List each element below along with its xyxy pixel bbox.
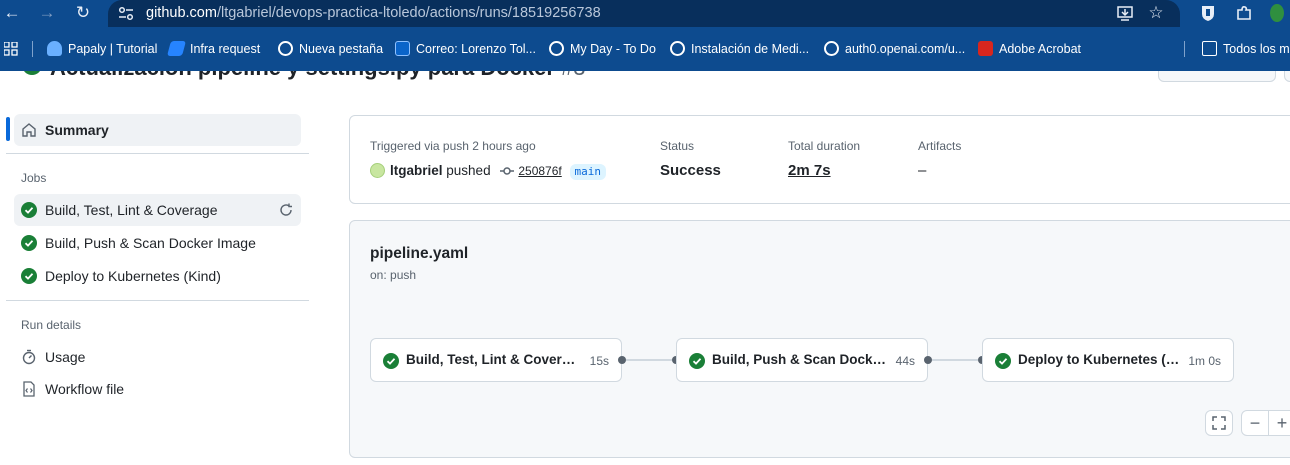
bookmark-infra-request[interactable]: Infra request [166, 40, 260, 58]
sidebar-item-workflow-file[interactable]: Workflow file [14, 373, 301, 405]
run-summary-card: Triggered via push 2 hours ago ltgabriel… [349, 115, 1290, 204]
bookmarks-separator [1184, 41, 1185, 57]
shield-extension-icon[interactable] [1199, 4, 1217, 22]
duration-value[interactable]: 2m 7s [788, 162, 831, 179]
address-bar[interactable]: github.com/ltgabriel/devops-practica-lto… [108, 0, 1180, 27]
url-text[interactable]: github.com/ltgabriel/devops-practica-lto… [146, 5, 601, 21]
sidebar-item-usage[interactable]: Usage [14, 341, 301, 373]
workflow-graph-card: pipeline.yaml on: push Build, Test, Lint… [349, 220, 1290, 458]
acrobat-icon [978, 41, 993, 56]
bookmark-my-day[interactable]: My Day - To Do [549, 40, 656, 58]
outlook-icon [395, 41, 410, 56]
run-details-heading: Run details [21, 318, 82, 332]
forward-arrow-icon[interactable]: → [37, 3, 57, 23]
site-settings-icon[interactable] [118, 6, 134, 21]
success-check-icon [995, 353, 1011, 369]
install-app-icon[interactable] [1116, 4, 1134, 22]
job-duration: 15s [589, 354, 609, 368]
rerun-jobs-button[interactable] [1158, 71, 1276, 82]
zoom-in-button[interactable]: + [1268, 410, 1290, 436]
fullscreen-button[interactable] [1205, 410, 1233, 436]
bookmark-auth0[interactable]: auth0.openai.com/u... [824, 40, 965, 58]
success-check-icon [21, 202, 37, 218]
active-indicator [6, 117, 10, 141]
job-duration: 1m 0s [1188, 354, 1221, 368]
bookmark-papaly[interactable]: Papaly | Tutorial [47, 40, 157, 58]
sidebar-item-label: Build, Push & Scan Docker Image [45, 235, 256, 251]
duration-label: Total duration [788, 139, 861, 153]
action-text: pushed [446, 163, 491, 178]
zoom-out-button[interactable]: − [1241, 410, 1269, 436]
sidebar-item-label: Deploy to Kubernetes (Kind) [45, 268, 221, 284]
sidebar-job-docker[interactable]: Build, Push & Scan Docker Image [14, 227, 301, 259]
workflow-trigger: on: push [370, 268, 417, 282]
globe-icon [278, 41, 293, 56]
back-arrow-icon[interactable]: ← [2, 3, 22, 23]
jobs-heading: Jobs [21, 171, 47, 185]
job-name: Deploy to Kubernetes (Ki... [1018, 352, 1183, 367]
divider [6, 153, 309, 154]
profile-avatar-icon[interactable] [1270, 4, 1284, 22]
sidebar-item-label: Usage [45, 349, 86, 365]
bookmark-nueva-pestana[interactable]: Nueva pestaña [278, 40, 383, 58]
commit-link[interactable]: 250876f [518, 164, 561, 178]
triggered-label: Triggered via push 2 hours ago [370, 139, 536, 153]
jira-icon [166, 41, 187, 56]
success-check-icon [21, 235, 37, 251]
avatar[interactable] [370, 163, 385, 178]
sidebar-item-summary[interactable]: Summary [14, 114, 301, 146]
connector-line [626, 359, 672, 361]
sidebar-item-label: Summary [45, 122, 109, 138]
artifacts-value: – [918, 162, 927, 179]
success-check-icon [383, 353, 399, 369]
globe-icon [670, 41, 685, 56]
actor-link[interactable]: ltgabriel [390, 163, 443, 178]
workflow-name: pipeline.yaml [370, 245, 469, 262]
branch-badge[interactable]: main [569, 164, 606, 180]
success-check-icon [689, 353, 705, 369]
file-code-icon [23, 381, 35, 397]
bookmark-correo[interactable]: Correo: Lorenzo Tol... [395, 40, 536, 58]
sidebar: Summary Jobs Build, Test, Lint & Coverag… [0, 71, 320, 465]
trigger-details: ltgabriel pushed 250876f main [370, 162, 606, 180]
bookmark-instalacion[interactable]: Instalación de Medi... [670, 40, 809, 58]
sidebar-item-label: Build, Test, Lint & Coverage [45, 202, 218, 218]
graph-job-deploy[interactable]: Deploy to Kubernetes (Ki... 1m 0s [982, 338, 1234, 382]
more-options-button[interactable] [1284, 71, 1290, 82]
bookmark-star-icon[interactable]: ☆ [1147, 4, 1165, 22]
job-name: Build, Push & Scan Docker I... [712, 352, 887, 367]
bookmarks-bar: Papaly | Tutorial Infra request Nueva pe… [0, 27, 1290, 71]
apps-grid-icon[interactable] [4, 42, 18, 56]
bookmark-folder-todos[interactable]: Todos los m [1202, 40, 1290, 58]
artifacts-label: Artifacts [918, 139, 962, 153]
sidebar-job-build-test[interactable]: Build, Test, Lint & Coverage [14, 194, 301, 226]
job-duration: 44s [895, 354, 915, 368]
connector-dot [618, 356, 626, 364]
graph-job-build-test[interactable]: Build, Test, Lint & Coverage 15s [370, 338, 622, 382]
reload-icon[interactable]: ↻ [73, 3, 93, 23]
connector-line [932, 359, 978, 361]
status-label: Status [660, 139, 695, 153]
extensions-puzzle-icon[interactable] [1235, 4, 1253, 22]
home-icon [22, 123, 36, 137]
folder-icon [1202, 41, 1217, 56]
success-check-icon [21, 268, 37, 284]
bookmarks-separator [32, 41, 33, 57]
commit-icon [500, 167, 515, 175]
fullscreen-icon [1212, 416, 1226, 430]
globe-icon [824, 41, 839, 56]
rerun-icon[interactable] [278, 202, 294, 218]
browser-toolbar: ← → ↻ github.com/ltgabriel/devops-practi… [0, 0, 1290, 27]
divider [6, 300, 309, 301]
sidebar-job-deploy[interactable]: Deploy to Kubernetes (Kind) [14, 260, 301, 292]
stopwatch-icon [22, 349, 36, 365]
job-name: Build, Test, Lint & Coverage [406, 352, 576, 367]
sidebar-item-label: Workflow file [45, 381, 125, 397]
bookmark-adobe-acrobat[interactable]: Adobe Acrobat [978, 40, 1081, 58]
globe-icon [549, 41, 564, 56]
status-value: Success [660, 162, 721, 179]
connector-dot [924, 356, 932, 364]
heart-icon [47, 41, 62, 56]
graph-job-docker[interactable]: Build, Push & Scan Docker I... 44s [676, 338, 928, 382]
